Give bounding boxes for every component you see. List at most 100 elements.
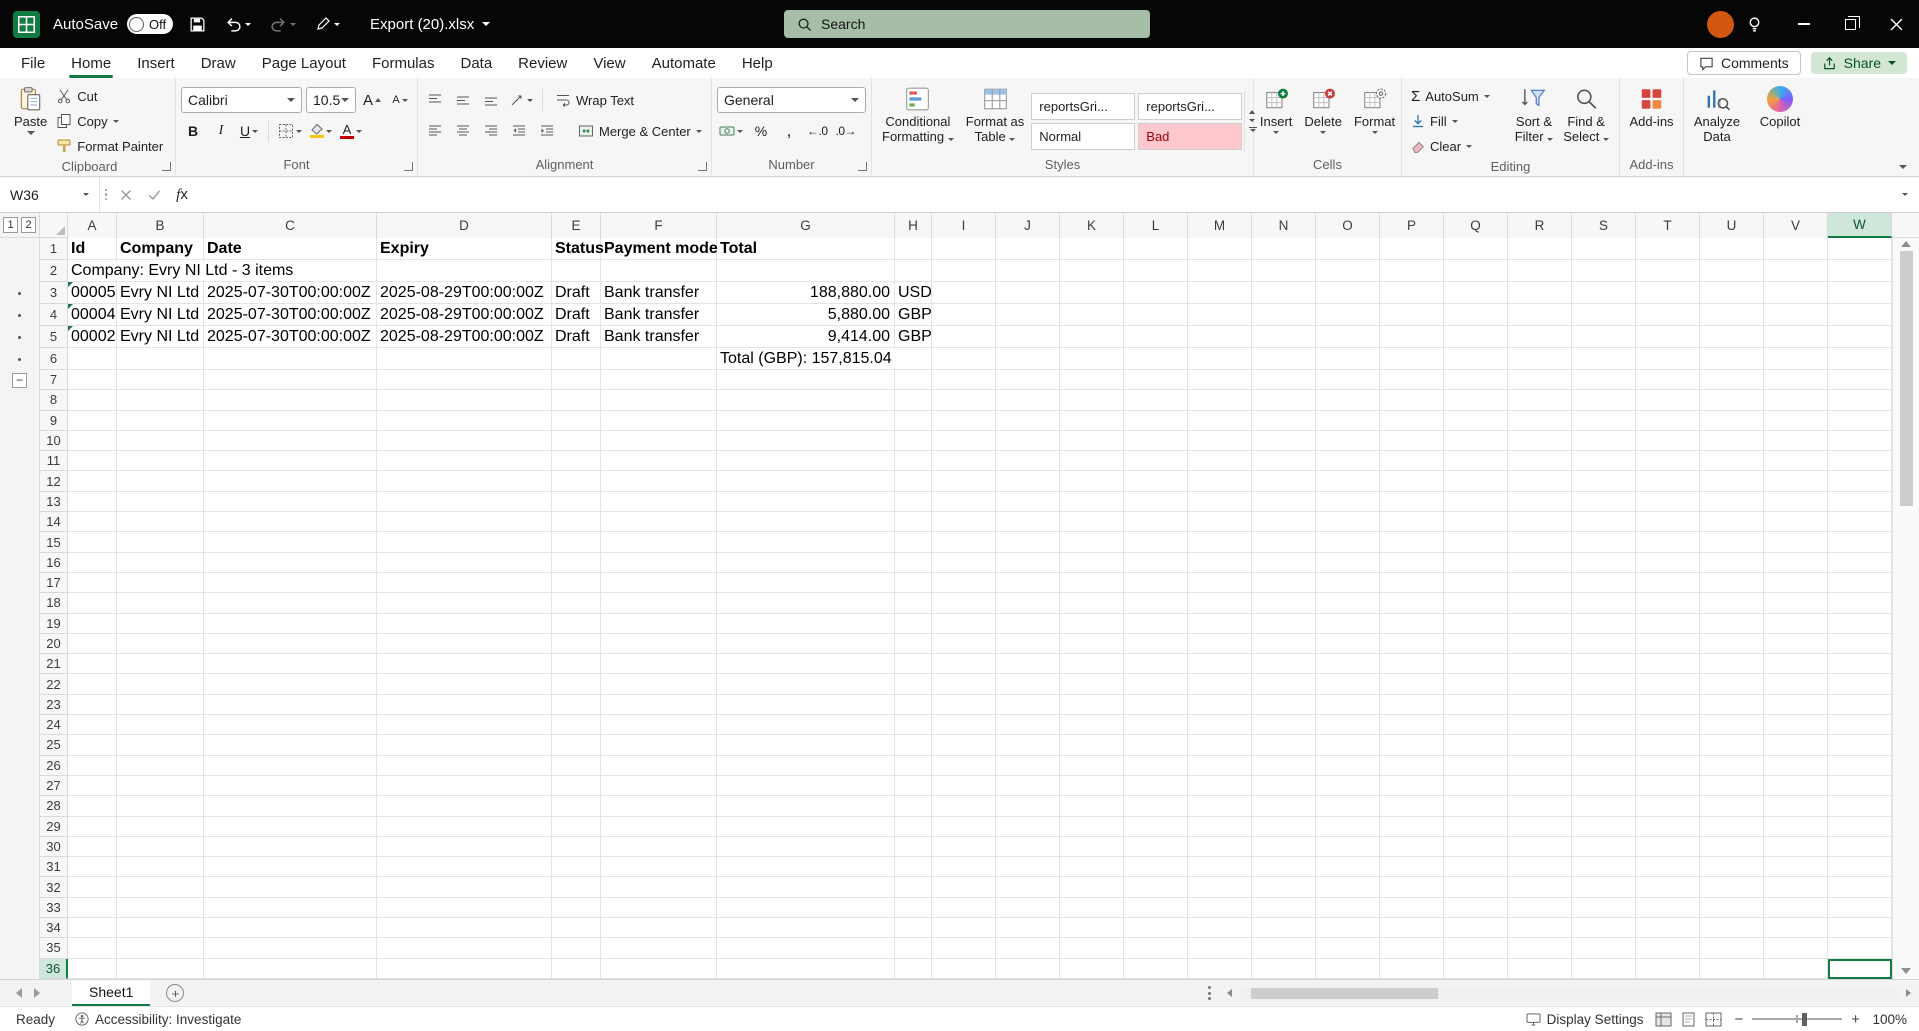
cell-C19[interactable] bbox=[204, 613, 377, 634]
cell-D7[interactable] bbox=[377, 370, 552, 391]
row-header-8[interactable]: 8 bbox=[40, 390, 68, 411]
row-header-18[interactable]: 18 bbox=[40, 593, 68, 614]
cell-P22[interactable] bbox=[1380, 674, 1444, 695]
cell-L9[interactable] bbox=[1124, 410, 1188, 431]
cell-Q9[interactable] bbox=[1444, 410, 1508, 431]
cell-E27[interactable] bbox=[552, 775, 601, 797]
cell-P10[interactable] bbox=[1380, 430, 1444, 452]
cell-U23[interactable] bbox=[1700, 694, 1764, 716]
cell-J35[interactable] bbox=[996, 938, 1060, 959]
cell-G15[interactable] bbox=[717, 532, 895, 553]
horizontal-scrollbar[interactable] bbox=[1239, 987, 1899, 999]
cell-J17[interactable] bbox=[996, 572, 1060, 594]
cell-I32[interactable] bbox=[932, 877, 996, 898]
cell-K5[interactable] bbox=[1060, 326, 1124, 348]
cell-J8[interactable] bbox=[996, 390, 1060, 411]
cell-K18[interactable] bbox=[1060, 593, 1124, 614]
cell-J19[interactable] bbox=[996, 613, 1060, 634]
cell-E13[interactable] bbox=[552, 491, 601, 513]
middle-align-button[interactable] bbox=[451, 88, 475, 112]
cell-H17[interactable] bbox=[895, 572, 932, 594]
cell-E31[interactable] bbox=[552, 857, 601, 878]
cell-D19[interactable] bbox=[377, 613, 552, 634]
cell-G21[interactable] bbox=[717, 654, 895, 675]
cell-K23[interactable] bbox=[1060, 694, 1124, 716]
cell-G20[interactable] bbox=[717, 633, 895, 655]
cell-S34[interactable] bbox=[1572, 918, 1636, 939]
font-dialog-launcher-icon[interactable] bbox=[404, 162, 413, 171]
cell-T35[interactable] bbox=[1636, 938, 1700, 959]
cell-W11[interactable] bbox=[1828, 451, 1892, 472]
cell-M16[interactable] bbox=[1188, 552, 1252, 573]
cell-L1[interactable] bbox=[1124, 238, 1188, 260]
cell-C10[interactable] bbox=[204, 430, 377, 452]
cell-W25[interactable] bbox=[1828, 735, 1892, 756]
display-settings-button[interactable]: Display Settings bbox=[1526, 1012, 1643, 1027]
cell-K34[interactable] bbox=[1060, 918, 1124, 939]
cell-K33[interactable] bbox=[1060, 897, 1124, 919]
cell-R32[interactable] bbox=[1508, 877, 1572, 898]
cell-U3[interactable] bbox=[1700, 282, 1764, 304]
cell-L21[interactable] bbox=[1124, 654, 1188, 675]
cell-S28[interactable] bbox=[1572, 796, 1636, 817]
cell-O5[interactable] bbox=[1316, 326, 1380, 348]
bottom-align-button[interactable] bbox=[479, 88, 503, 112]
cell-D16[interactable] bbox=[377, 552, 552, 573]
cell-T18[interactable] bbox=[1636, 593, 1700, 614]
cell-I28[interactable] bbox=[932, 796, 996, 817]
cell-O9[interactable] bbox=[1316, 410, 1380, 431]
cell-M18[interactable] bbox=[1188, 593, 1252, 614]
cell-B14[interactable] bbox=[117, 512, 204, 533]
menu-tab-insert[interactable]: Insert bbox=[124, 48, 188, 78]
cell-S2[interactable] bbox=[1572, 260, 1636, 282]
cell-D4[interactable]: 2025-08-29T00:00:00Z bbox=[377, 304, 552, 326]
cell-J7[interactable] bbox=[996, 370, 1060, 391]
cell-D22[interactable] bbox=[377, 674, 552, 695]
cell-D28[interactable] bbox=[377, 796, 552, 817]
cell-G10[interactable] bbox=[717, 430, 895, 452]
cell-S8[interactable] bbox=[1572, 390, 1636, 411]
cell-J14[interactable] bbox=[996, 512, 1060, 533]
cell-J2[interactable] bbox=[996, 260, 1060, 282]
cell-N18[interactable] bbox=[1252, 593, 1316, 614]
cell-E33[interactable] bbox=[552, 897, 601, 919]
cell-A26[interactable] bbox=[68, 755, 117, 776]
cell-L6[interactable] bbox=[1124, 348, 1188, 370]
cell-C35[interactable] bbox=[204, 938, 377, 959]
cell-N16[interactable] bbox=[1252, 552, 1316, 573]
cell-Q33[interactable] bbox=[1444, 897, 1508, 919]
add-ins-button[interactable]: Add-ins bbox=[1624, 82, 1678, 156]
cell-D21[interactable] bbox=[377, 654, 552, 675]
cell-A24[interactable] bbox=[68, 715, 117, 736]
cell-M27[interactable] bbox=[1188, 775, 1252, 797]
cell-B4[interactable]: Evry NI Ltd bbox=[117, 304, 204, 326]
cell-K4[interactable] bbox=[1060, 304, 1124, 326]
cell-E5[interactable]: Draft bbox=[552, 326, 601, 348]
row-header-34[interactable]: 34 bbox=[40, 918, 68, 939]
cell-P13[interactable] bbox=[1380, 491, 1444, 513]
cell-V30[interactable] bbox=[1764, 836, 1828, 858]
cell-V29[interactable] bbox=[1764, 816, 1828, 837]
vscroll-up-icon[interactable] bbox=[1901, 241, 1911, 247]
cell-G11[interactable] bbox=[717, 451, 895, 472]
cell-K16[interactable] bbox=[1060, 552, 1124, 573]
cell-M17[interactable] bbox=[1188, 572, 1252, 594]
cell-W21[interactable] bbox=[1828, 654, 1892, 675]
cell-L3[interactable] bbox=[1124, 282, 1188, 304]
cell-H27[interactable] bbox=[895, 775, 932, 797]
cell-P3[interactable] bbox=[1380, 282, 1444, 304]
cell-W7[interactable] bbox=[1828, 370, 1892, 391]
cell-T13[interactable] bbox=[1636, 491, 1700, 513]
cell-S20[interactable] bbox=[1572, 633, 1636, 655]
cell-I23[interactable] bbox=[932, 694, 996, 716]
cell-R21[interactable] bbox=[1508, 654, 1572, 675]
cell-E30[interactable] bbox=[552, 836, 601, 858]
row-header-36[interactable]: 36 bbox=[40, 958, 68, 979]
cell-F11[interactable] bbox=[601, 451, 717, 472]
cell-K17[interactable] bbox=[1060, 572, 1124, 594]
column-header-F[interactable]: F bbox=[601, 213, 717, 238]
cell-B18[interactable] bbox=[117, 593, 204, 614]
cell-B23[interactable] bbox=[117, 694, 204, 716]
cell-R16[interactable] bbox=[1508, 552, 1572, 573]
cell-R4[interactable] bbox=[1508, 304, 1572, 326]
